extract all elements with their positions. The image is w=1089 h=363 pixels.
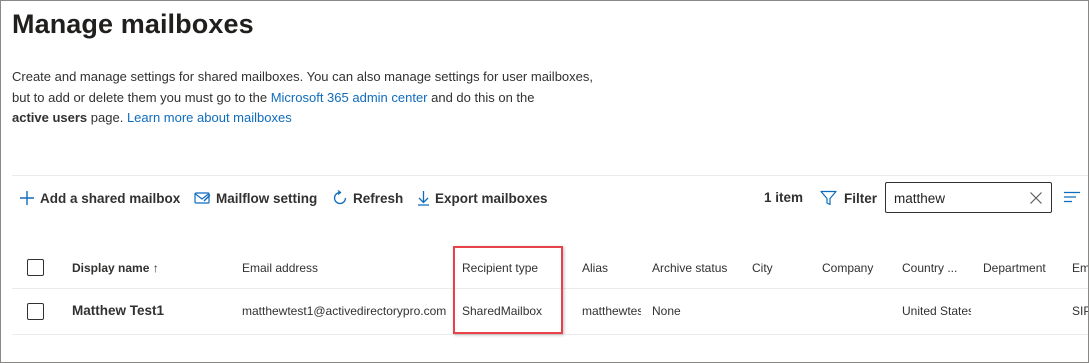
- recipient-type-highlight-box: [453, 246, 563, 334]
- description-line-2-prefix: but to add or delete them you must go to…: [12, 89, 271, 105]
- column-header-archive-status[interactable]: Archive status: [652, 261, 727, 275]
- mailflow-icon: [194, 192, 211, 204]
- cell-email-address: matthewtest1@activedirectorypro.com: [242, 304, 447, 318]
- filter-icon: [820, 190, 837, 206]
- row-select-checkbox[interactable]: [27, 303, 44, 320]
- export-mailboxes-button[interactable]: Export mailboxes: [417, 187, 548, 209]
- command-bar-divider: [12, 175, 1088, 176]
- admin-center-link[interactable]: Microsoft 365 admin center: [271, 90, 428, 105]
- page-title: Manage mailboxes: [12, 9, 254, 39]
- clear-icon[interactable]: [1029, 191, 1043, 205]
- export-mailboxes-label: Export mailboxes: [435, 190, 548, 206]
- download-icon: [418, 191, 429, 206]
- page-description: Create and manage settings for shared ma…: [12, 67, 652, 129]
- column-header-city[interactable]: City: [752, 261, 773, 275]
- column-header-company[interactable]: Company: [822, 261, 873, 275]
- search-box[interactable]: [885, 182, 1052, 213]
- cell-display-name[interactable]: Matthew Test1: [72, 303, 164, 318]
- mailflow-setting-label: Mailflow setting: [216, 190, 318, 206]
- learn-more-link[interactable]: Learn more about mailboxes: [127, 110, 292, 125]
- item-count: 1 item: [764, 190, 804, 205]
- column-header-display-name[interactable]: Display name ↑: [72, 261, 159, 275]
- column-header-email-addresses[interactable]: Em: [1072, 261, 1088, 275]
- refresh-icon: [333, 190, 347, 205]
- add-shared-mailbox-button[interactable]: Add a shared mailbox: [19, 187, 180, 209]
- active-users-text: active users: [12, 110, 88, 125]
- cell-country: United States: [902, 304, 971, 318]
- manage-mailboxes-page: Manage mailboxes Create and manage setti…: [0, 0, 1089, 363]
- column-header-department[interactable]: Department: [983, 261, 1046, 275]
- select-all-checkbox[interactable]: [27, 259, 44, 276]
- description-line-1: Create and manage settings for shared ma…: [12, 69, 594, 84]
- view-options-icon[interactable]: [1063, 191, 1081, 203]
- row-divider: [12, 334, 1088, 335]
- column-header-email-address[interactable]: Email address: [242, 261, 318, 275]
- cell-alias: matthewtest1: [582, 304, 641, 318]
- description-line-3-mid: page.: [87, 110, 127, 125]
- search-input[interactable]: [894, 188, 1019, 208]
- cell-archive-status: None: [652, 304, 681, 318]
- filter-label: Filter: [844, 190, 878, 206]
- add-shared-mailbox-label: Add a shared mailbox: [40, 190, 181, 206]
- refresh-button[interactable]: Refresh: [332, 187, 403, 209]
- mailflow-setting-button[interactable]: Mailflow setting: [194, 187, 317, 209]
- column-header-alias[interactable]: Alias: [582, 261, 608, 275]
- column-header-country[interactable]: Country ...: [902, 261, 957, 275]
- plus-icon: [20, 191, 34, 205]
- filter-button[interactable]: Filter: [820, 187, 877, 209]
- refresh-label: Refresh: [353, 190, 404, 206]
- cell-email-addresses: SIP: [1072, 304, 1088, 318]
- description-line-2-suffix: and do this on the: [427, 89, 535, 105]
